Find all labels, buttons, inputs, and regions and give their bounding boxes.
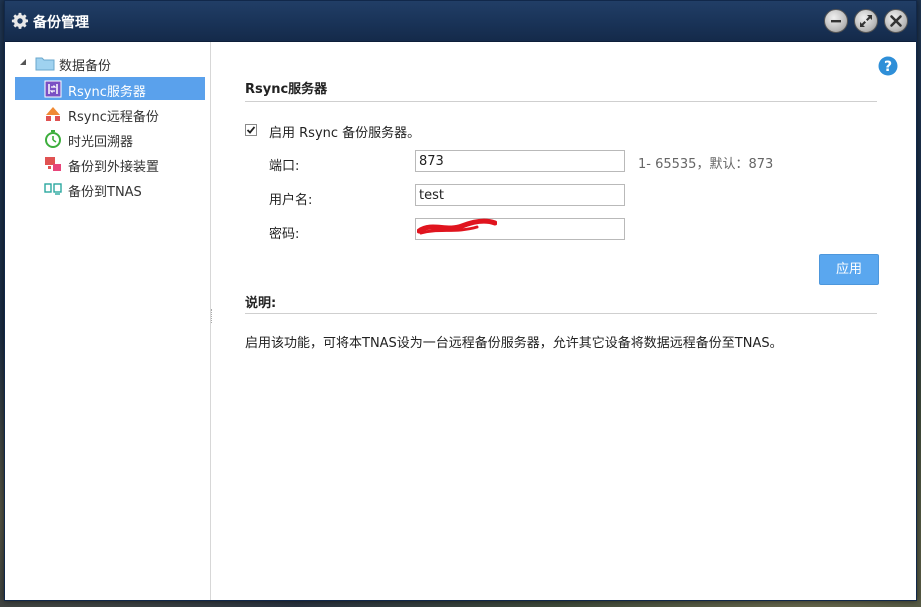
time-machine-icon bbox=[45, 130, 61, 148]
maximize-icon bbox=[860, 15, 872, 27]
sidebar-item-label: 时光回溯器 bbox=[68, 135, 134, 150]
username-input[interactable] bbox=[415, 184, 625, 206]
sidebar: 数据备份 Rsync服务器 Rsync远程备份 时光回溯器 备份到外接装置 备份… bbox=[5, 42, 211, 600]
gear-icon bbox=[11, 12, 29, 29]
expand-arrow-icon[interactable] bbox=[19, 58, 27, 66]
tree-root-data-backup[interactable]: 数据备份 bbox=[19, 54, 209, 74]
rsync-remote-icon bbox=[46, 107, 60, 121]
password-label: 密码: bbox=[269, 227, 300, 242]
watermark-logo-icon: 值 bbox=[753, 568, 781, 596]
sidebar-item-label: Rsync远程备份 bbox=[68, 110, 159, 125]
close-button[interactable] bbox=[884, 9, 908, 33]
help-icon[interactable]: ? bbox=[878, 56, 898, 76]
port-label: 端口: bbox=[269, 159, 300, 174]
sidebar-item-external-device[interactable]: 备份到外接装置 bbox=[15, 152, 205, 175]
sidebar-item-rsync-remote[interactable]: Rsync远程备份 bbox=[15, 102, 205, 125]
enable-rsync-label: 启用 Rsync 备份服务器。 bbox=[269, 126, 421, 141]
rsync-server-icon bbox=[44, 80, 62, 98]
title-bar[interactable]: 备份管理 bbox=[5, 1, 916, 42]
maximize-button[interactable] bbox=[854, 9, 878, 33]
folder-icon bbox=[35, 57, 55, 71]
redaction-scribble bbox=[417, 218, 497, 235]
minimize-icon bbox=[831, 20, 841, 23]
enable-rsync-checkbox[interactable] bbox=[245, 124, 257, 136]
svg-text:?: ? bbox=[884, 59, 892, 75]
username-label: 用户名: bbox=[269, 193, 313, 208]
close-icon bbox=[890, 15, 902, 27]
apply-button[interactable]: 应用 bbox=[819, 254, 879, 285]
sidebar-item-time-machine[interactable]: 时光回溯器 bbox=[15, 127, 205, 150]
watermark-text: 什么值得买 bbox=[792, 574, 898, 596]
external-device-icon bbox=[45, 157, 61, 171]
port-hint: 1- 65535，默认：873 bbox=[638, 157, 774, 172]
backup-manager-window: 备份管理 数据备份 Rsync服务器 Rsync远程备份 时光回溯器 备份到外接… bbox=[4, 0, 917, 601]
port-input[interactable] bbox=[415, 150, 625, 172]
watermark: 值 什么值得买 bbox=[752, 568, 912, 596]
tnas-backup-icon bbox=[44, 183, 62, 195]
sidebar-item-tnas-backup[interactable]: 备份到TNAS bbox=[15, 177, 205, 200]
note-text: 启用该功能，可将本TNAS设为一台远程备份服务器，允许其它设备将数据远程备份至T… bbox=[245, 336, 783, 351]
divider bbox=[245, 313, 877, 314]
sidebar-item-label: 备份到外接装置 bbox=[68, 160, 160, 175]
svg-text:值: 值 bbox=[759, 573, 775, 592]
note-title: 说明: bbox=[245, 296, 277, 311]
sidebar-item-label: 备份到TNAS bbox=[68, 185, 142, 200]
window-title: 备份管理 bbox=[33, 15, 89, 31]
divider bbox=[245, 101, 877, 102]
tree-root-label: 数据备份 bbox=[59, 59, 112, 74]
sidebar-item-rsync-server[interactable]: Rsync服务器 bbox=[15, 77, 205, 100]
section-title: Rsync服务器 bbox=[245, 82, 328, 97]
main-content: ? Rsync服务器 启用 Rsync 备份服务器。 端口: 1- 65535，… bbox=[211, 42, 916, 600]
minimize-button[interactable] bbox=[824, 9, 848, 33]
sidebar-item-label: Rsync服务器 bbox=[68, 85, 146, 100]
